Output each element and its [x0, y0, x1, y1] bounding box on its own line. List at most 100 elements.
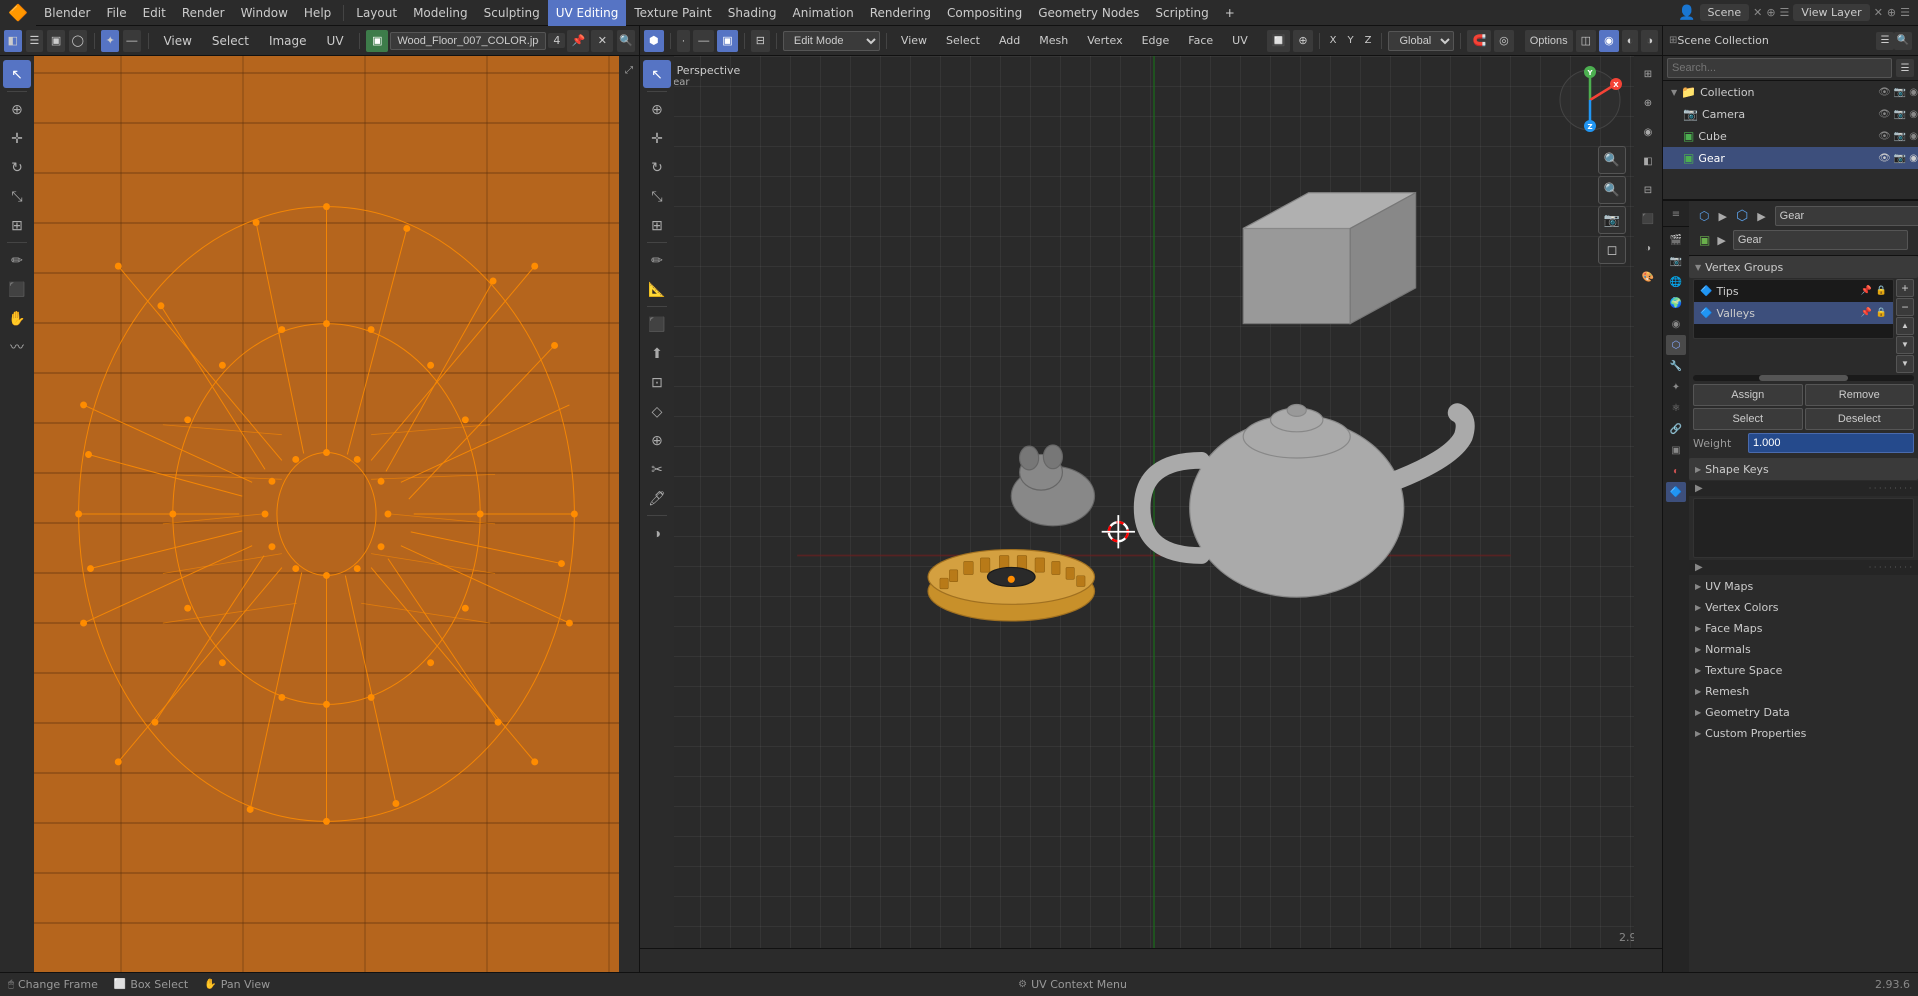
- vp-tool-rotate[interactable]: ↻: [643, 153, 671, 181]
- prop-tab-world[interactable]: ◉: [1666, 314, 1686, 334]
- prop-tab-modifier[interactable]: 🔧: [1666, 356, 1686, 376]
- viewport-vertex-menu[interactable]: Vertex: [1079, 28, 1130, 54]
- uv-icon-btn-2[interactable]: ▣: [47, 30, 65, 52]
- workspace-scripting[interactable]: Scripting: [1147, 0, 1216, 26]
- face-maps-header[interactable]: ▶ Face Maps: [1689, 618, 1918, 638]
- viewport-shading-wire[interactable]: ◫: [1576, 30, 1596, 52]
- vp-right-tool-2[interactable]: ⊕: [1634, 89, 1662, 117]
- workspace-uv-editing[interactable]: UV Editing: [548, 0, 627, 26]
- vp-tool-knife[interactable]: ✂: [643, 455, 671, 483]
- workspace-sculpting[interactable]: Sculpting: [476, 0, 548, 26]
- vg-add-btn[interactable]: +: [1896, 279, 1914, 297]
- viewport-shading-rendered[interactable]: ◑: [1641, 30, 1658, 52]
- camera-cam[interactable]: 📷: [1894, 109, 1906, 120]
- viewport-uv-menu[interactable]: UV: [1224, 28, 1256, 54]
- sk-nav-arrow[interactable]: ▶: [1695, 483, 1703, 494]
- custom-props-header[interactable]: ▶ Custom Properties: [1689, 723, 1918, 743]
- cube-eye[interactable]: 👁: [1878, 131, 1891, 142]
- vp-tool-addcube[interactable]: ⬛: [643, 310, 671, 338]
- prop-tab-objectdata[interactable]: ▣: [1666, 440, 1686, 460]
- workspace-layout[interactable]: Layout: [348, 0, 405, 26]
- gear-render[interactable]: ◉: [1909, 153, 1918, 164]
- uv-tool-grab[interactable]: ✋: [3, 304, 31, 332]
- outliner-filter[interactable]: ☰: [1876, 32, 1894, 50]
- mesh-name-input[interactable]: [1733, 230, 1908, 250]
- uv-mode-btn[interactable]: ◧: [4, 30, 22, 52]
- vp-tool-polypen[interactable]: 🖊: [643, 484, 671, 512]
- camera-render[interactable]: ◉: [1909, 109, 1918, 120]
- proportional-btn[interactable]: ◎: [1494, 30, 1514, 52]
- uv-close-btn[interactable]: ✕: [591, 30, 613, 52]
- workspace-geometry-nodes[interactable]: Geometry Nodes: [1030, 0, 1147, 26]
- props-nav-arrow[interactable]: ▶: [1695, 562, 1703, 573]
- uv-select-mode[interactable]: ✦: [101, 30, 119, 52]
- prop-tab-meshdata[interactable]: 🔷: [1666, 482, 1686, 502]
- prop-tab-material[interactable]: ◐: [1666, 461, 1686, 481]
- geometry-data-header[interactable]: ▶ Geometry Data: [1689, 702, 1918, 722]
- vp-tool-measure[interactable]: 📐: [643, 275, 671, 303]
- remove-btn[interactable]: Remove: [1805, 384, 1915, 406]
- vertex-colors-header[interactable]: ▶ Vertex Colors: [1689, 597, 1918, 617]
- vp-right-tool-6[interactable]: ⬛: [1634, 205, 1662, 233]
- workspace-texture-paint[interactable]: Texture Paint: [626, 0, 719, 26]
- uv-maps-header[interactable]: ▶ UV Maps: [1689, 576, 1918, 596]
- vg-item-tips[interactable]: 🔷 Tips 📌 🔒: [1694, 280, 1893, 302]
- gear-cam[interactable]: 📷: [1894, 153, 1906, 164]
- uv-canvas[interactable]: ↖ ⊕ ✛ ↻ ⤡ ⊞ ✏ ⬛ ✋ 〰: [0, 56, 639, 972]
- menu-render[interactable]: Render: [174, 0, 233, 26]
- prop-tab-render[interactable]: 🎬: [1666, 230, 1686, 250]
- viewport-add-menu[interactable]: Add: [991, 28, 1028, 54]
- options-btn[interactable]: Options: [1525, 30, 1573, 52]
- menu-file[interactable]: File: [99, 0, 135, 26]
- viewport-gizmo-btn[interactable]: ⊕: [1293, 30, 1312, 52]
- workspace-modeling[interactable]: Modeling: [405, 0, 476, 26]
- uv-tool-transform[interactable]: ⊞: [3, 211, 31, 239]
- uv-tool-annotate[interactable]: ✏: [3, 246, 31, 274]
- prop-tab-scene[interactable]: 🌍: [1666, 293, 1686, 313]
- viewport-select-faces[interactable]: ▣: [717, 30, 737, 52]
- prop-tab-physics[interactable]: ⚛: [1666, 398, 1686, 418]
- vp-right-tool-5[interactable]: ⊟: [1634, 176, 1662, 204]
- uv-image-select[interactable]: [390, 32, 546, 50]
- deselect-btn[interactable]: Deselect: [1805, 408, 1915, 430]
- viewport-select-edges[interactable]: —: [693, 30, 714, 52]
- tips-pin[interactable]: 📌: [1861, 286, 1872, 296]
- vg-remove-btn[interactable]: −: [1896, 298, 1914, 316]
- viewport-select-menu[interactable]: Select: [938, 28, 988, 54]
- tree-cube[interactable]: ▣ Cube 👁 📷 ◉: [1663, 125, 1918, 147]
- prop-tab-object[interactable]: ⬡: [1666, 335, 1686, 355]
- uv-tool-cube[interactable]: ⬛: [3, 275, 31, 303]
- uv-tool-relax[interactable]: 〰: [3, 333, 31, 361]
- uv-tool-select[interactable]: ↖: [3, 60, 31, 88]
- prop-tab-output[interactable]: 📷: [1666, 251, 1686, 271]
- snap-btn[interactable]: 🧲: [1467, 30, 1491, 52]
- viewport-shading-material[interactable]: ◐: [1622, 30, 1639, 52]
- vertex-groups-header[interactable]: ▼ Vertex Groups: [1689, 256, 1918, 278]
- valleys-lock[interactable]: 🔒: [1876, 308, 1887, 318]
- camera-eye[interactable]: 👁: [1878, 109, 1891, 120]
- menu-blender[interactable]: Blender: [36, 0, 99, 26]
- viewport-mode-icon[interactable]: ⬢: [644, 30, 664, 52]
- vp-right-tool-7[interactable]: ◑: [1634, 234, 1662, 262]
- vg-context-btn[interactable]: ▼: [1896, 355, 1914, 373]
- viewport-view-menu[interactable]: View: [893, 28, 935, 54]
- uv-tool-cursor[interactable]: ⊕: [3, 95, 31, 123]
- viewport-select-verts[interactable]: ·: [677, 30, 691, 52]
- cube-render[interactable]: ◉: [1909, 131, 1918, 142]
- outliner-search-btn[interactable]: 🔍: [1894, 32, 1912, 50]
- vg-scrollbar-thumb[interactable]: [1759, 375, 1847, 381]
- menu-edit[interactable]: Edit: [135, 0, 174, 26]
- vp-right-tool-8[interactable]: 🎨: [1634, 263, 1662, 291]
- vp-tool-inset[interactable]: ⊡: [643, 368, 671, 396]
- vp-tool-cursor[interactable]: ⊕: [643, 95, 671, 123]
- vg-item-valleys[interactable]: 🔷 Valleys 📌 🔒: [1694, 302, 1893, 324]
- vp-tool-bevel[interactable]: ◇: [643, 397, 671, 425]
- viewport-shading-solid[interactable]: ◉: [1599, 30, 1619, 52]
- viewport-face-menu[interactable]: Face: [1180, 28, 1221, 54]
- vp-right-tool-4[interactable]: ◧: [1634, 147, 1662, 175]
- workspace-rendering[interactable]: Rendering: [862, 0, 939, 26]
- prop-tab-viewlayer[interactable]: 🌐: [1666, 272, 1686, 292]
- prop-tab-particles[interactable]: ✦: [1666, 377, 1686, 397]
- scene-coll-render[interactable]: ◉: [1909, 87, 1918, 98]
- prop-tab-constraints[interactable]: 🔗: [1666, 419, 1686, 439]
